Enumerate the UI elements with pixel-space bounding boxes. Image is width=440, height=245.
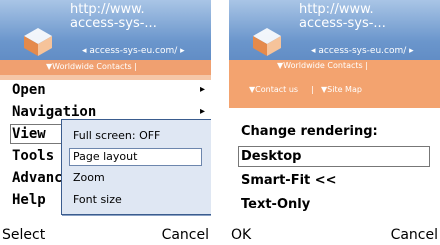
contact-us-link[interactable]: ▼Contact us <box>249 85 298 95</box>
band-separator: | <box>311 85 314 94</box>
option-smart-fit[interactable]: Smart-Fit << <box>241 173 337 189</box>
band-divider <box>229 108 440 110</box>
submenu-full-screen[interactable]: Full screen: OFF <box>73 129 160 143</box>
submenu-arrow-icon: ▸ <box>200 84 206 95</box>
option-desktop[interactable]: Desktop <box>241 149 301 165</box>
menu-item-navigation[interactable]: Navigation <box>12 104 96 120</box>
cancel-softkey[interactable]: Cancel <box>391 227 438 243</box>
url-line-1: http://www. <box>299 2 374 17</box>
ok-softkey[interactable]: OK <box>231 227 251 243</box>
menu-item-tools[interactable]: Tools <box>12 148 54 164</box>
left-phone-screen: http://www. access-sys-... ◂ access-sys-… <box>0 0 211 245</box>
site-map-link[interactable]: ▼Site Map <box>321 85 362 95</box>
url-nav[interactable]: ◂ access-sys-eu.com/ ▸ <box>82 46 185 56</box>
url-line-2: access-sys-... <box>299 16 386 31</box>
worldwide-contacts-link[interactable]: ▼Worldwide Contacts | <box>46 61 137 73</box>
browser-logo-icon <box>253 28 281 56</box>
url-nav[interactable]: ◂ access-sys-eu.com/ ▸ <box>311 46 414 56</box>
softkey-bar: Select Cancel <box>0 226 211 245</box>
menu-item-view[interactable]: View <box>12 126 46 142</box>
menu-item-help[interactable]: Help <box>12 192 46 208</box>
submenu-font-size[interactable]: Font size <box>73 193 122 207</box>
worldwide-contacts-link[interactable]: ▼Worldwide Contacts | <box>277 61 368 71</box>
submenu-page-layout[interactable]: Page layout <box>73 150 137 164</box>
right-phone-screen: http://www. access-sys-... ◂ access-sys-… <box>229 0 440 245</box>
cancel-softkey[interactable]: Cancel <box>162 227 209 243</box>
band-shadow <box>0 75 211 80</box>
submenu-arrow-icon: ▸ <box>200 106 206 117</box>
rendering-dialog-title: Change rendering: <box>241 124 378 139</box>
softkey-bar: OK Cancel <box>229 226 440 245</box>
menu-item-open[interactable]: Open <box>12 82 46 98</box>
url-line-2: access-sys-... <box>70 16 157 31</box>
option-text-only[interactable]: Text-Only <box>241 197 310 213</box>
select-softkey[interactable]: Select <box>2 227 45 243</box>
url-line-1: http://www. <box>70 2 145 17</box>
view-submenu: Full screen: OFF Page layout Zoom Font s… <box>61 119 211 215</box>
submenu-zoom[interactable]: Zoom <box>73 171 105 185</box>
browser-logo-icon <box>24 28 52 56</box>
